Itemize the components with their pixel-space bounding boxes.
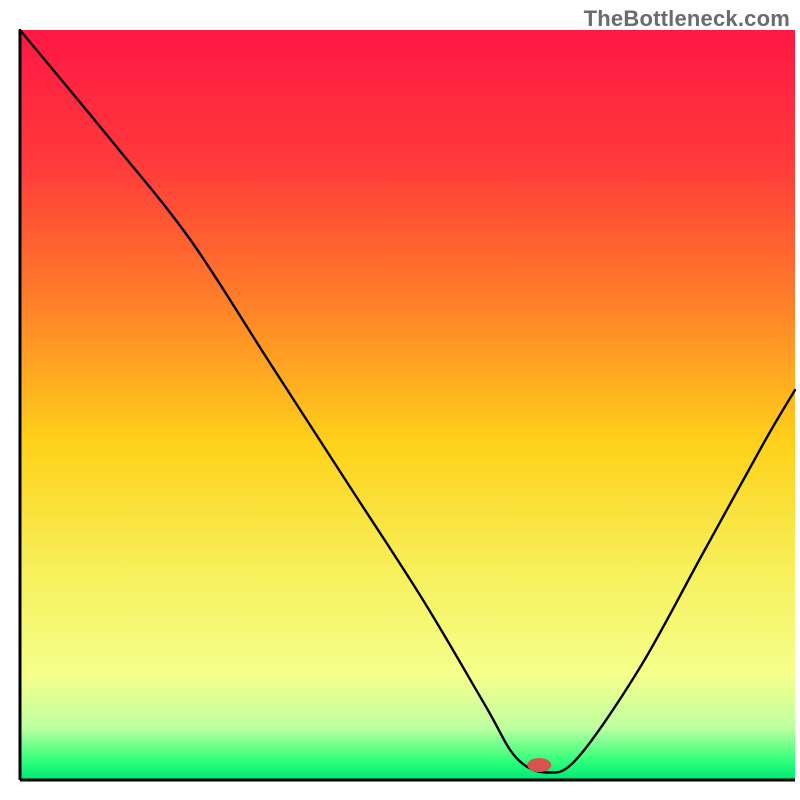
chart-plot-area [20,30,795,780]
bottleneck-chart [0,0,800,800]
watermark-text: TheBottleneck.com [584,6,790,32]
optimal-point-marker [527,758,551,772]
